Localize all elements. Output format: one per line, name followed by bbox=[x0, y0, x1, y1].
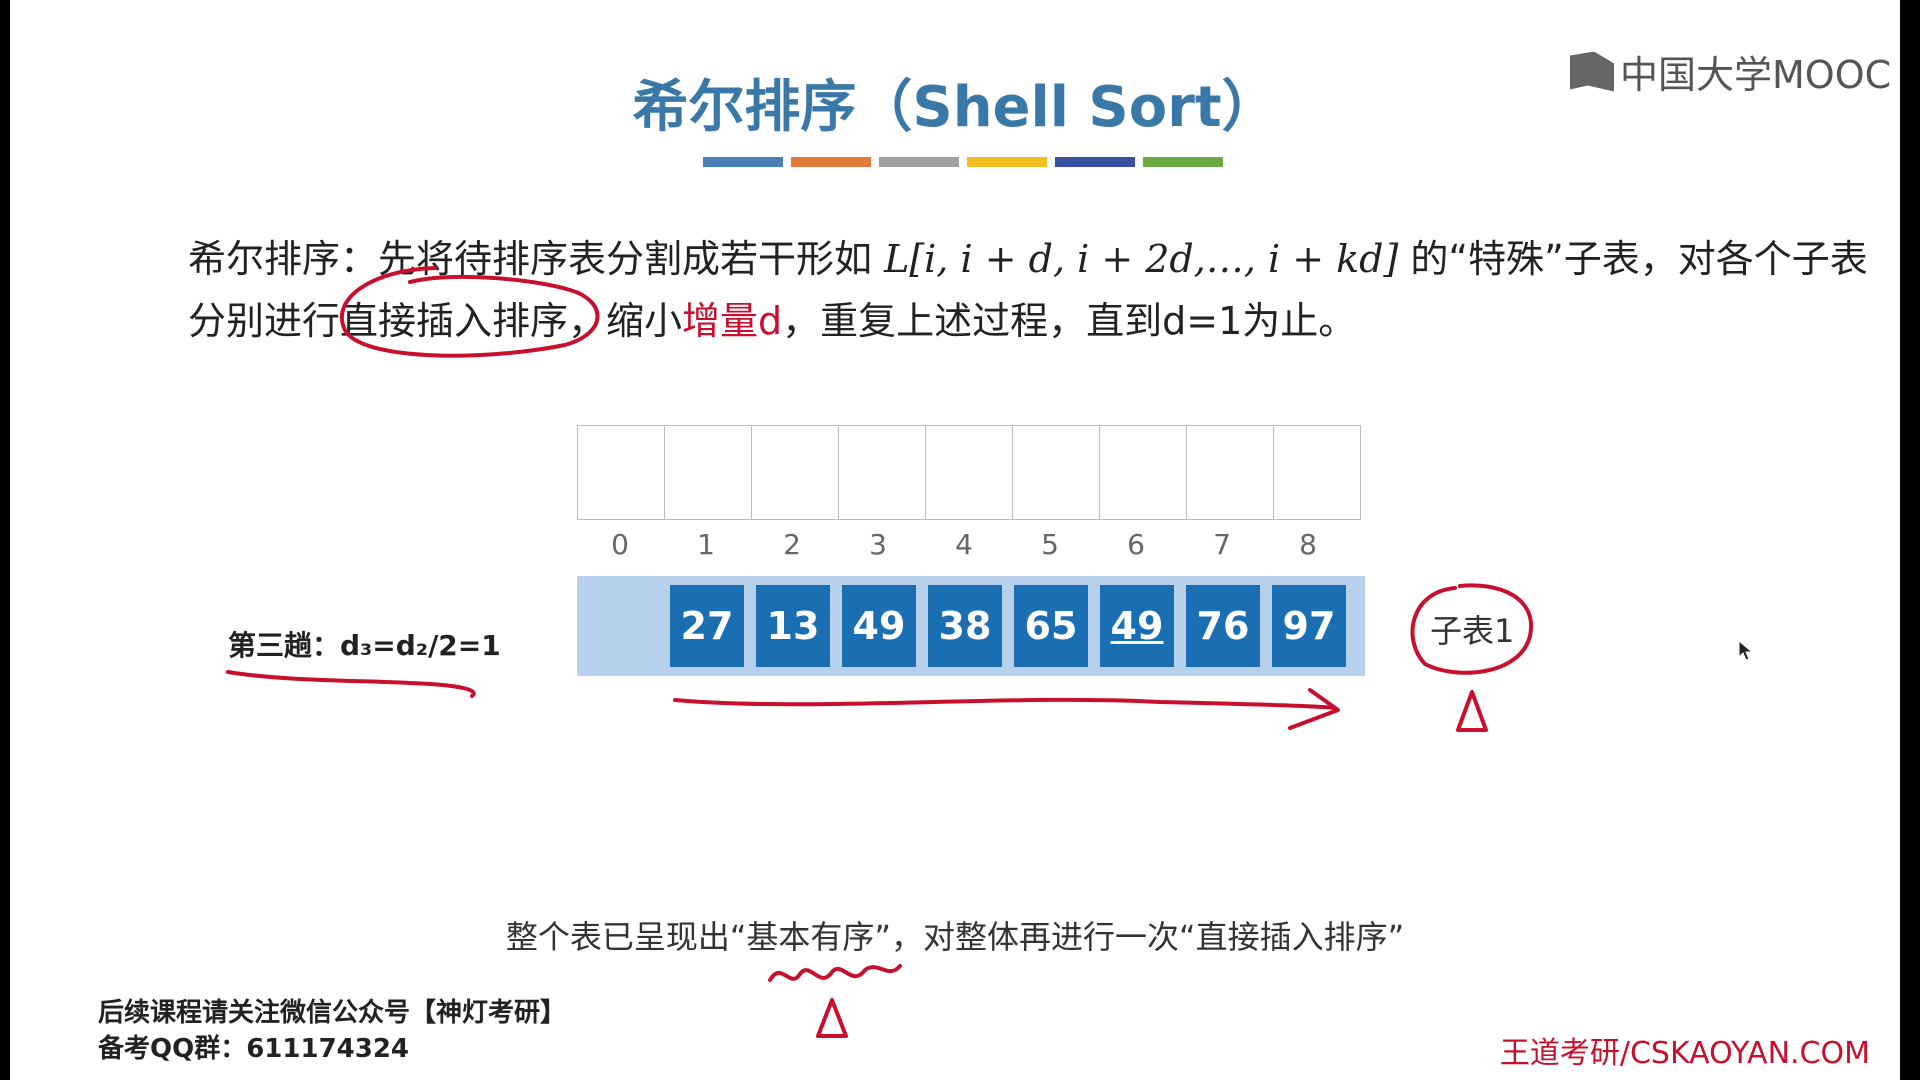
sublist-label: 子表1 bbox=[1430, 612, 1515, 650]
empty-cell bbox=[1273, 425, 1361, 520]
array-index: 7 bbox=[1213, 528, 1231, 561]
color-segment bbox=[791, 157, 871, 167]
definition-text: 分别进行直接插入排序，缩小 bbox=[188, 299, 683, 343]
sublist-formula: L[i, i + d, i + 2d,…, i + kd] bbox=[884, 237, 1399, 281]
empty-cell bbox=[925, 425, 1013, 520]
array-index: 5 bbox=[1041, 528, 1059, 561]
empty-cell bbox=[664, 425, 752, 520]
array-index: 8 bbox=[1299, 528, 1317, 561]
empty-array-row bbox=[577, 425, 1361, 520]
color-segment bbox=[879, 157, 959, 167]
color-segment bbox=[1055, 157, 1135, 167]
delta-annotation bbox=[1456, 690, 1488, 732]
definition-text: ，重复上述过程，直到d=1为止。 bbox=[782, 299, 1357, 343]
value-cell: 13 bbox=[756, 585, 830, 667]
color-segment bbox=[967, 157, 1047, 167]
promo-qq-group: 备考QQ群：611174324 bbox=[98, 1034, 410, 1064]
summary-note: 整个表已呈现出“基本有序”，对整体再进行一次“直接插入排序” bbox=[505, 918, 1405, 956]
value-cell: 27 bbox=[670, 585, 744, 667]
empty-cell bbox=[1012, 425, 1100, 520]
array-index: 2 bbox=[783, 528, 801, 561]
empty-cell bbox=[1186, 425, 1274, 520]
value-cell: 49 bbox=[1100, 585, 1174, 667]
color-segment bbox=[703, 157, 783, 167]
arrow-annotation bbox=[673, 697, 1337, 710]
increment-highlight: 增量d bbox=[682, 299, 783, 343]
cursor-icon bbox=[1738, 640, 1754, 661]
squiggle-annotation bbox=[768, 964, 902, 982]
value-cell: 65 bbox=[1014, 585, 1088, 667]
value-cell: 97 bbox=[1272, 585, 1346, 667]
delta-annotation bbox=[816, 998, 848, 1038]
logo-text: 中国大学MOOC bbox=[1620, 53, 1892, 97]
value-cell: 76 bbox=[1186, 585, 1260, 667]
array-index: 0 bbox=[611, 528, 629, 561]
slide: 希尔排序（Shell Sort） 中国大学MOOC 希尔排序：先将待排序表分割成… bbox=[10, 0, 1900, 1080]
array-indices: 0 1 2 3 4 5 6 7 8 bbox=[577, 528, 1351, 561]
promo-wechat: 后续课程请关注微信公众号【神灯考研】 bbox=[98, 998, 567, 1028]
empty-cell bbox=[838, 425, 926, 520]
array-index: 6 bbox=[1127, 528, 1145, 561]
mooc-logo: 中国大学MOOC bbox=[1570, 44, 1891, 99]
color-segment bbox=[1143, 157, 1223, 167]
mooc-logo-icon bbox=[1570, 51, 1614, 92]
definition-text: 的“特殊”子表，对各个子表 bbox=[1398, 237, 1868, 281]
array-index: 4 bbox=[955, 528, 973, 561]
arrow-head-annotation bbox=[1288, 688, 1340, 730]
data-array-strip: 27 13 49 38 65 49 76 97 bbox=[577, 576, 1365, 676]
value-cell: 49 bbox=[842, 585, 916, 667]
empty-cell bbox=[751, 425, 839, 520]
definition-line-2: 分别进行直接插入排序，缩小增量d，重复上述过程，直到d=1为止。 bbox=[188, 290, 1356, 345]
array-index: 1 bbox=[697, 528, 715, 561]
array-index: 3 bbox=[869, 528, 887, 561]
underline-annotation bbox=[226, 670, 476, 698]
value-cell: 38 bbox=[928, 585, 1002, 667]
title-color-bar bbox=[703, 157, 1223, 167]
empty-cell bbox=[1099, 425, 1187, 520]
definition-line-1: 希尔排序：先将待排序表分割成若干形如 L[i, i + d, i + 2d,…,… bbox=[188, 228, 1868, 283]
pass-label: 第三趟：d₃=d₂/2=1 bbox=[228, 629, 501, 662]
site-watermark: 王道考研/CSKAOYAN.COM bbox=[1499, 1036, 1870, 1071]
definition-text: 希尔排序：先将待排序表分割成若干形如 bbox=[188, 237, 885, 281]
empty-cell bbox=[577, 425, 665, 520]
